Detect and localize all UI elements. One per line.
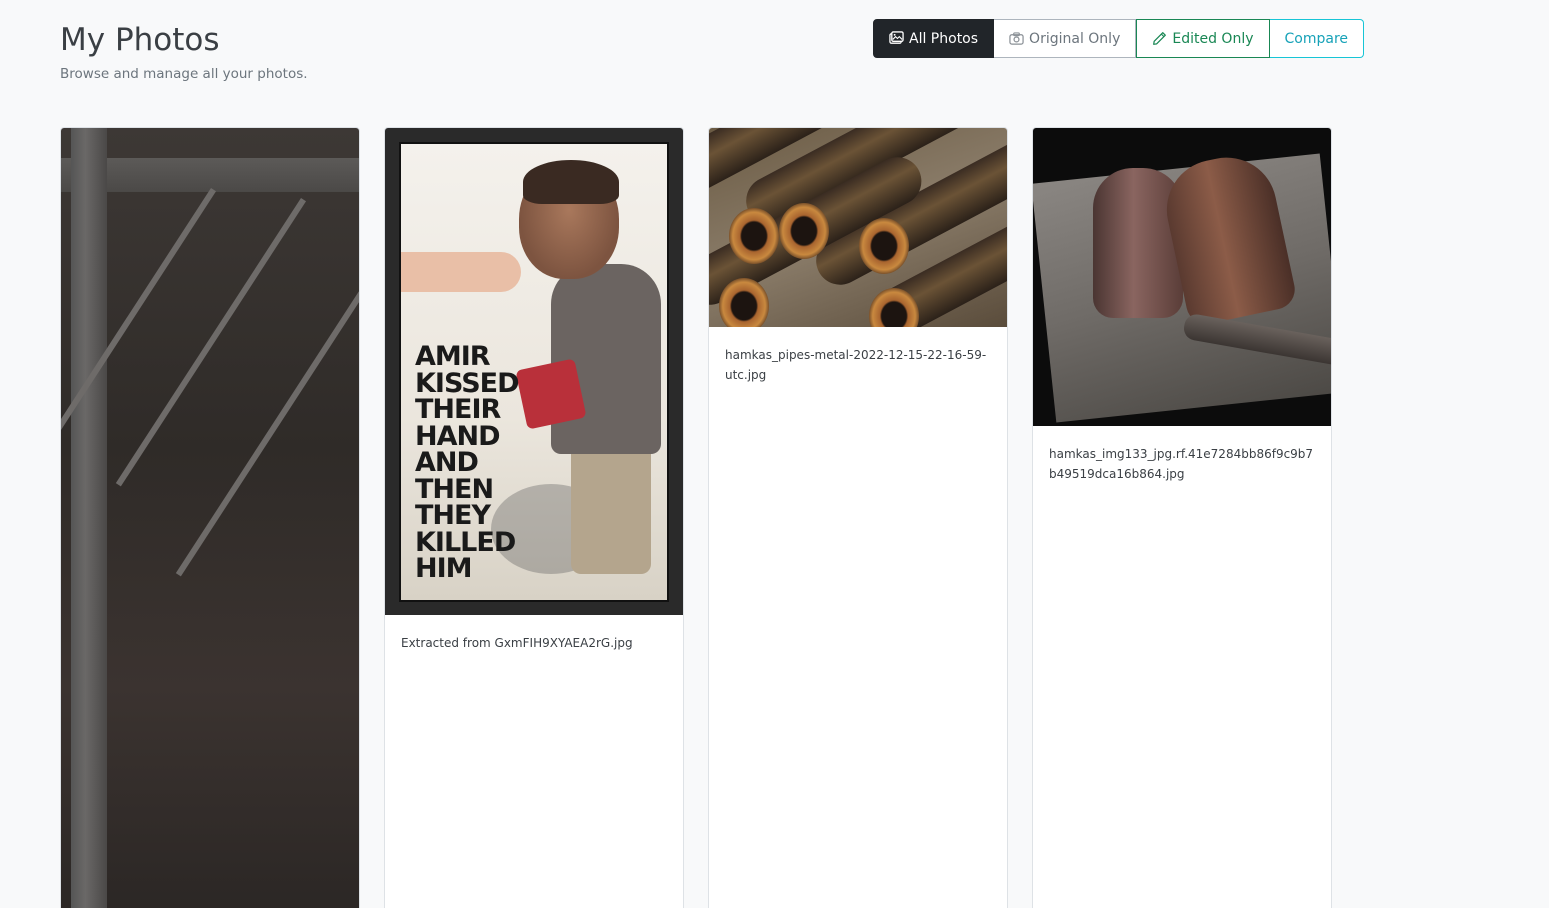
photo-thumbnail[interactable] <box>1033 128 1331 426</box>
page-subtitle: Browse and manage all your photos. <box>60 66 308 82</box>
photo-card[interactable]: hamkas_img133_jpg.rf.41e7284bb86f9c9b7b4… <box>1032 127 1332 908</box>
all-photos-label: All Photos <box>909 30 979 47</box>
compare-button[interactable]: Compare <box>1269 19 1365 58</box>
photo-caption: hamkas_img133_jpg.rf.41e7284bb86f9c9b7b4… <box>1049 447 1314 481</box>
all-photos-button[interactable]: All Photos <box>873 19 995 58</box>
photo-card[interactable] <box>60 127 360 908</box>
photo-caption: hamkas_pipes-metal-2022-12-15-22-16-59-u… <box>725 348 987 382</box>
camera-icon <box>1009 31 1024 46</box>
page-header: My Photos Browse and manage all your pho… <box>60 20 308 82</box>
photo-card[interactable]: AMIR KISSED THEIR HAND AND THEN THEY KIL… <box>384 127 684 908</box>
photo-card[interactable]: hamkas_pipes-metal-2022-12-15-22-16-59-u… <box>708 127 1008 908</box>
page-title: My Photos <box>60 22 220 58</box>
original-only-label: Original Only <box>1029 30 1121 47</box>
edited-only-button[interactable]: Edited Only <box>1136 19 1270 58</box>
photo-caption: Extracted from GxmFIH9XYAEA2rG.jpg <box>401 636 633 650</box>
images-icon <box>889 31 904 46</box>
compare-label: Compare <box>1284 30 1349 47</box>
photo-thumbnail[interactable] <box>61 128 359 908</box>
photo-thumbnail[interactable] <box>709 128 1007 327</box>
original-only-button[interactable]: Original Only <box>994 19 1137 58</box>
photo-filter-group: All Photos Original Only Edited Only Com… <box>873 19 1365 58</box>
pencil-icon <box>1152 31 1167 46</box>
edited-only-label: Edited Only <box>1172 30 1254 47</box>
poster-text: AMIR KISSED THEIR HAND AND THEN THEY KIL… <box>415 341 520 584</box>
photo-thumbnail[interactable]: AMIR KISSED THEIR HAND AND THEN THEY KIL… <box>385 128 683 615</box>
